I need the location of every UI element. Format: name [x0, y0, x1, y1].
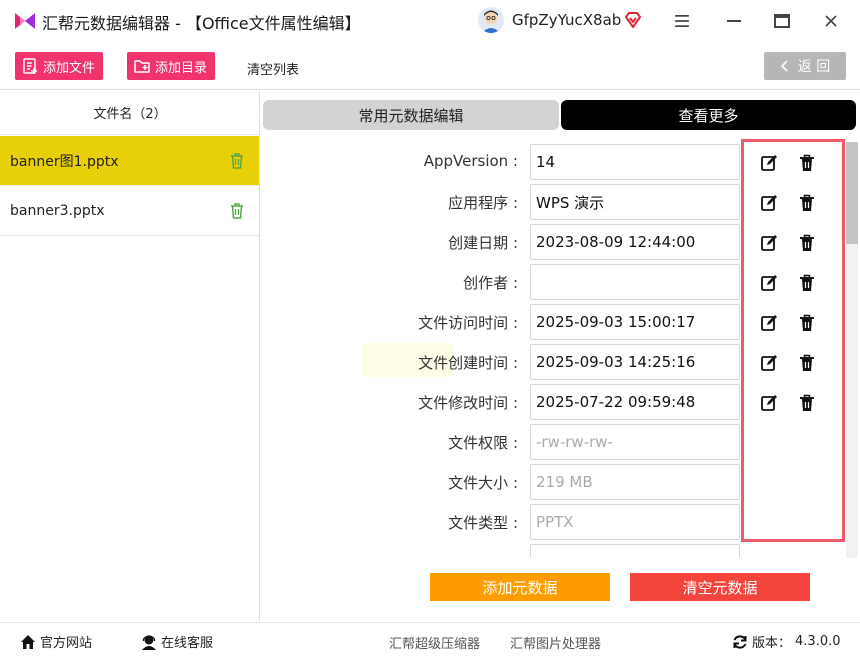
file-name: banner3.pptx — [10, 202, 105, 219]
field-input-readonly: -rw-rw-rw- — [530, 424, 740, 460]
scrollbar-thumb[interactable] — [846, 142, 858, 244]
edit-icon[interactable] — [760, 314, 778, 332]
field-input-readonly: PPTX — [530, 504, 740, 540]
add-file-label: 添加文件 — [43, 60, 96, 76]
add-directory-label: 添加目录 — [155, 60, 208, 76]
add-metadata-button[interactable]: 添加元数据 — [430, 573, 610, 601]
add-directory-button[interactable]: 添加目录 — [127, 52, 216, 80]
clear-list-button[interactable]: 清空列表 — [247, 59, 299, 78]
title-bar: 汇帮元数据编辑器 - 【Office文件属性编辑】 GfpZyYucX8ab — [0, 0, 860, 42]
trash-icon[interactable] — [229, 202, 245, 220]
add-folder-icon — [134, 60, 150, 73]
file-list-item[interactable]: banner图1.pptx — [0, 136, 259, 186]
edit-icon[interactable] — [760, 234, 778, 252]
delete-icon[interactable] — [799, 314, 817, 332]
delete-icon[interactable] — [799, 194, 817, 212]
file-list-panel: 文件名（2） banner图1.pptx banner3.pptx — [0, 91, 260, 621]
field-input[interactable]: 2025-09-03 14:25:16 — [530, 344, 740, 380]
official-website-link[interactable]: 官方网站 — [20, 632, 92, 651]
version-info: 版本： 4.3.0.0 — [732, 632, 841, 651]
vip-diamond-icon[interactable] — [624, 11, 642, 29]
version-label: 版本： — [752, 636, 792, 651]
chevron-left-icon — [780, 60, 788, 72]
trash-icon[interactable] — [229, 152, 245, 170]
delete-icon[interactable] — [799, 234, 817, 252]
app-window: 汇帮元数据编辑器 - 【Office文件属性编辑】 GfpZyYucX8ab 添… — [0, 0, 860, 656]
field-input-partial — [530, 544, 740, 558]
menu-icon[interactable] — [671, 10, 693, 32]
field-label: 文件权限 : — [448, 434, 518, 452]
username[interactable]: GfpZyYucX8ab — [512, 11, 621, 29]
customer-service-icon — [142, 634, 156, 650]
maximize-icon[interactable] — [771, 10, 793, 32]
file-name: banner图1.pptx — [10, 153, 119, 170]
version-number: 4.3.0.0 — [795, 634, 841, 649]
field-label: 应用程序 : — [448, 194, 518, 212]
home-icon — [21, 634, 35, 649]
field-input[interactable]: 14 — [530, 144, 740, 180]
close-icon[interactable] — [820, 10, 842, 32]
field-label: 创作者 : — [463, 274, 518, 292]
window-title: 汇帮元数据编辑器 - 【Office文件属性编辑】 — [42, 14, 361, 33]
delete-icon[interactable] — [799, 354, 817, 372]
field-label: AppVersion : — [423, 152, 518, 170]
online-service-link[interactable]: 在线客服 — [141, 632, 213, 651]
image-processor-link[interactable]: 汇帮图片处理器 — [510, 633, 601, 652]
field-actions-highlight — [741, 139, 845, 542]
official-website-label: 官方网站 — [40, 636, 93, 651]
edit-icon[interactable] — [760, 154, 778, 172]
delete-icon[interactable] — [799, 154, 817, 172]
user-avatar[interactable] — [478, 7, 504, 33]
compressor-link[interactable]: 汇帮超级压缩器 — [389, 633, 480, 652]
field-input[interactable]: WPS 演示 — [530, 184, 740, 220]
field-input[interactable]: 2025-09-03 15:00:17 — [530, 304, 740, 340]
footer: 官方网站 在线客服 汇帮超级压缩器 汇帮图片处理器 版本： 4.3.0.0 — [0, 622, 860, 656]
field-label: 创建日期 : — [448, 234, 518, 252]
field-label: 文件大小 : — [448, 474, 518, 492]
file-list-header: 文件名（2） — [0, 91, 260, 135]
field-input[interactable] — [530, 264, 740, 300]
field-label: 文件类型 : — [448, 514, 518, 532]
field-input[interactable]: 2023-08-09 12:44:00 — [530, 224, 740, 260]
file-list-item[interactable]: banner3.pptx — [0, 186, 259, 236]
tab-common-metadata[interactable]: 常用元数据编辑 — [263, 100, 559, 130]
refresh-icon[interactable] — [732, 634, 748, 650]
field-input-readonly: 219 MB — [530, 464, 740, 500]
edit-icon[interactable] — [760, 194, 778, 212]
field-label: 文件创建时间 : — [418, 354, 518, 372]
minimize-icon[interactable] — [723, 10, 745, 32]
field-label: 文件修改时间 : — [418, 394, 518, 412]
toolbar: 添加文件 添加目录 清空列表 — [0, 42, 860, 90]
add-file-button[interactable]: 添加文件 — [15, 52, 104, 80]
delete-icon[interactable] — [799, 274, 817, 292]
back-label: 返 回 — [797, 59, 831, 75]
delete-icon[interactable] — [799, 394, 817, 412]
back-button[interactable]: 返 回 — [764, 52, 846, 80]
app-logo-icon — [15, 13, 35, 29]
edit-icon[interactable] — [760, 354, 778, 372]
field-input[interactable]: 2025-07-22 09:59:48 — [530, 384, 740, 420]
tab-view-more[interactable]: 查看更多 — [561, 100, 856, 130]
add-file-icon — [23, 58, 37, 74]
online-service-label: 在线客服 — [161, 636, 214, 651]
field-label: 文件访问时间 : — [418, 314, 518, 332]
edit-icon[interactable] — [760, 394, 778, 412]
clear-metadata-button[interactable]: 清空元数据 — [630, 573, 810, 601]
edit-icon[interactable] — [760, 274, 778, 292]
